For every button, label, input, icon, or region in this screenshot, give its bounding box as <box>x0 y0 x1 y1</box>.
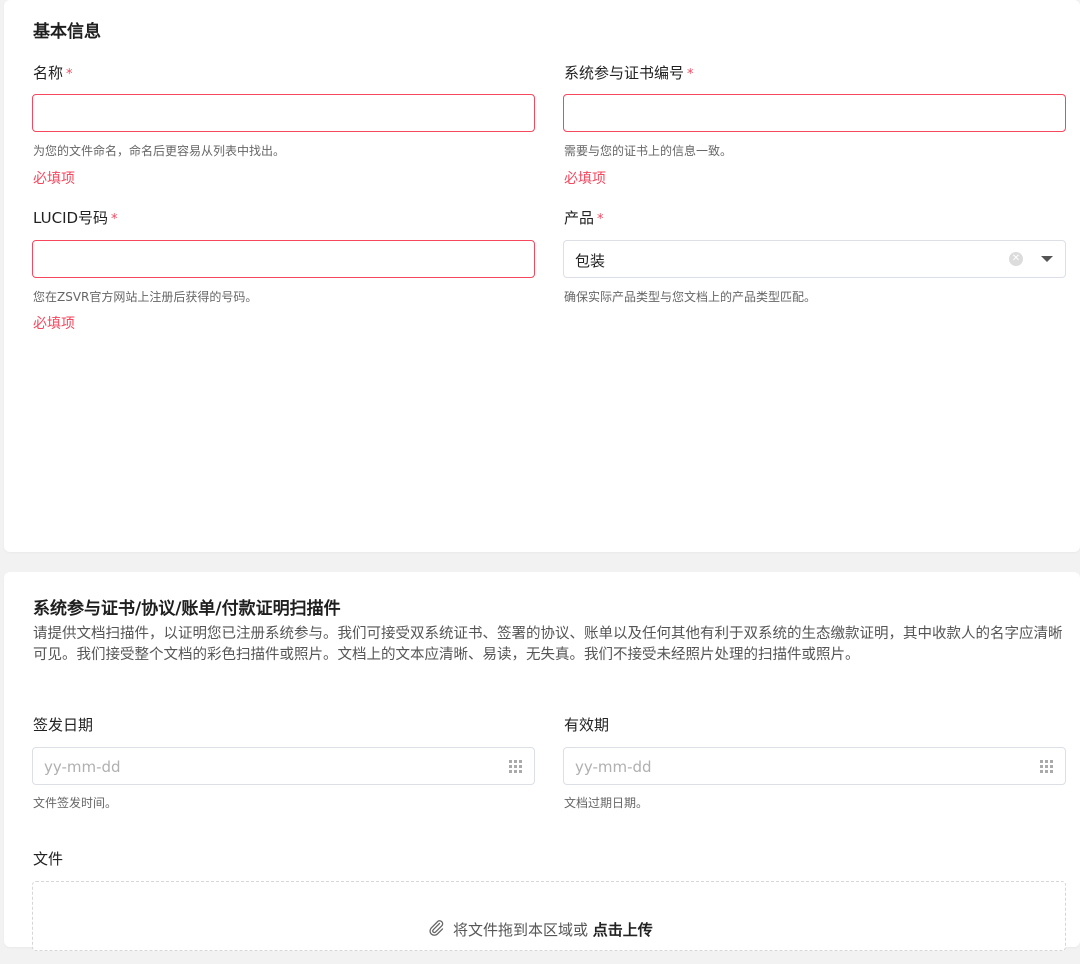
scan-card: 系统参与证书/协议/账单/付款证明扫描件 请提供文档扫描件，以证明您已注册系统参… <box>4 572 1080 951</box>
product-label-text: 产品 <box>564 209 595 227</box>
clear-icon[interactable]: ✕ <box>1009 252 1023 266</box>
lucid-label-text: LUCID号码 <box>33 209 109 227</box>
required-mark: * <box>597 212 604 227</box>
basic-info-card: 基本信息 名称 * 为您的文件命名，命名后更容易从列表中找出。 必填项 系统参与证… <box>4 0 1080 552</box>
name-label-text: 名称 <box>33 64 64 82</box>
product-help-text: 确保实际产品类型与您文档上的产品类型匹配。 <box>564 290 817 304</box>
issue-date-placeholder: yy-mm-dd <box>44 758 121 776</box>
lucid-label: LUCID号码 * <box>33 207 118 228</box>
product-label: 产品 * <box>564 207 604 228</box>
cert-number-label: 系统参与证书编号 * <box>564 62 694 83</box>
drop-zone-text: 将文件拖到本区域或 点击上传 <box>453 919 653 940</box>
cert-number-label-text: 系统参与证书编号 <box>564 64 685 82</box>
paperclip-icon <box>429 920 444 936</box>
expiry-date-help-text: 文档过期日期。 <box>564 796 649 810</box>
caret-down-icon[interactable] <box>1041 256 1053 262</box>
cert-number-help-text: 需要与您的证书上的信息一致。 <box>564 144 733 158</box>
required-mark: * <box>687 67 694 82</box>
file-label: 文件 <box>33 850 64 868</box>
name-required-error: 必填项 <box>33 171 75 187</box>
scan-description: 请提供文档扫描件，以证明您已注册系统参与。我们可接受双系统证书、签署的协议、账单… <box>33 626 1063 663</box>
required-mark: * <box>111 212 118 227</box>
expiry-date-placeholder: yy-mm-dd <box>575 758 652 776</box>
cert-number-input[interactable] <box>563 94 1066 132</box>
issue-date-help-text: 文件签发时间。 <box>33 796 118 810</box>
required-mark: * <box>66 67 73 82</box>
name-label: 名称 * <box>33 62 73 83</box>
cert-number-required-error: 必填项 <box>564 171 606 187</box>
upload-link[interactable]: 点击上传 <box>593 921 653 939</box>
name-input[interactable] <box>32 94 535 132</box>
lucid-input[interactable] <box>32 240 535 278</box>
calendar-grid-icon[interactable] <box>508 759 524 775</box>
calendar-grid-icon[interactable] <box>1039 759 1055 775</box>
expiry-date-label: 有效期 <box>564 716 610 734</box>
name-help-text: 为您的文件命名，命名后更容易从列表中找出。 <box>33 144 286 158</box>
product-select[interactable]: 包装 ✕ <box>563 240 1066 278</box>
expiry-date-input[interactable]: yy-mm-dd <box>563 747 1066 785</box>
lucid-help-text: 您在ZSVR官方网站上注册后获得的号码。 <box>33 290 258 304</box>
lucid-required-error: 必填项 <box>33 316 75 332</box>
issue-date-input[interactable]: yy-mm-dd <box>32 747 535 785</box>
drop-zone-hint: 将文件拖到本区域或 <box>453 921 589 939</box>
file-drop-zone[interactable]: 将文件拖到本区域或 点击上传 <box>32 881 1066 951</box>
scan-title: 系统参与证书/协议/账单/付款证明扫描件 <box>33 599 341 619</box>
basic-info-title: 基本信息 <box>33 22 101 42</box>
issue-date-label: 签发日期 <box>33 716 94 734</box>
product-select-value: 包装 <box>575 252 606 270</box>
